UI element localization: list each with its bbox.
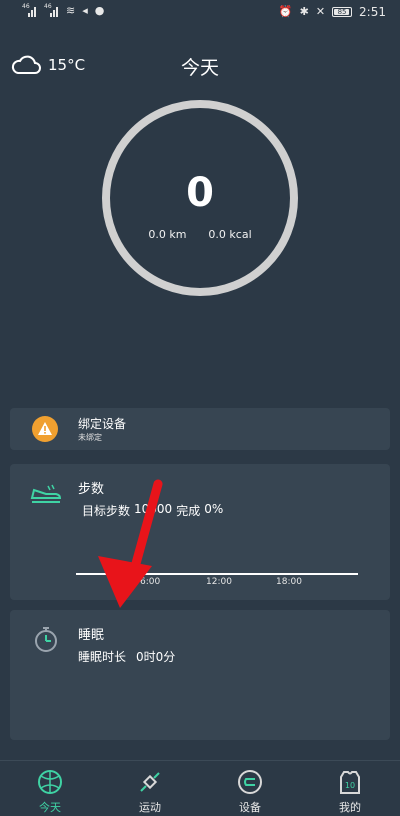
bind-status: 未绑定	[78, 433, 102, 442]
steps-title: 步数	[78, 482, 105, 497]
bluetooth-icon: ✱	[299, 5, 309, 18]
steps-goal-row: 目标步数 10000 完成 0%	[82, 502, 223, 519]
signal-icon: 46	[22, 2, 37, 17]
bind-device-card[interactable]: 绑定设备 未绑定	[10, 408, 390, 450]
location-icon: ◂	[82, 4, 88, 17]
jersey-number: 10	[345, 781, 355, 790]
battery-icon: 85	[332, 7, 353, 17]
sleep-duration-value: 0时0分	[136, 650, 176, 664]
watch-icon	[238, 770, 262, 794]
distance-value: 0.0 km	[148, 228, 187, 241]
nav-sport[interactable]: 运动	[100, 761, 200, 816]
battery-level: 85	[337, 8, 347, 16]
nav-mine[interactable]: 10 我的	[300, 761, 400, 816]
steps-chart-axis	[76, 573, 358, 575]
status-clock: 2:51	[359, 5, 386, 19]
nav-today[interactable]: 今天	[0, 761, 100, 816]
sleep-duration-row: 睡眠时长 0时0分	[78, 648, 175, 665]
nav-label-mine: 我的	[339, 801, 361, 814]
page-title: 今天	[180, 57, 219, 79]
signal-label: 46	[22, 2, 30, 10]
status-bar: 46 46 ≋ ◂ ● ⏰ ✱ ✕ 85 2:51	[0, 0, 400, 26]
chart-tick-label: 18:00	[276, 577, 302, 587]
sleep-card[interactable]: 睡眠 睡眠时长 0时0分	[10, 610, 390, 740]
signal-label: 46	[44, 2, 52, 10]
sleep-title: 睡眠	[78, 628, 105, 643]
signal-icon: 46	[44, 2, 59, 17]
steps-card[interactable]: 步数 目标步数 10000 完成 0% 6:00 12:00 18:00	[10, 464, 390, 600]
satellite-icon	[140, 772, 160, 792]
goal-value: 10000	[134, 502, 173, 516]
status-left: 46 46 ≋ ◂ ●	[22, 2, 105, 17]
chart-tick-label: 6:00	[140, 577, 161, 587]
bottom-nav: 今天 运动 设备 10 我的	[0, 760, 400, 816]
warning-icon	[32, 416, 58, 442]
chart-tick-label: 12:00	[206, 577, 232, 587]
alarm-icon: ⏰	[278, 5, 293, 18]
nav-label-sport: 运动	[139, 801, 161, 814]
nav-label-device: 设备	[239, 801, 261, 814]
activity-ring: 0 0.0 km 0.0 kcal	[100, 98, 300, 298]
shoe-icon	[30, 484, 62, 503]
nav-label-today: 今天	[39, 801, 61, 814]
ring-stats: 0.0 km 0.0 kcal	[100, 228, 300, 241]
sleep-duration-label: 睡眠时长	[78, 650, 127, 664]
nav-device[interactable]: 设备	[200, 761, 300, 816]
basketball-icon	[38, 770, 62, 794]
mute-icon: ✕	[315, 5, 326, 18]
goal-label: 目标步数	[82, 504, 131, 518]
wifi-icon: ≋	[66, 4, 76, 17]
bind-device-title: 绑定设备	[78, 417, 127, 431]
step-count: 0	[186, 170, 214, 216]
done-label: 完成	[176, 504, 201, 518]
stopwatch-icon	[35, 627, 57, 652]
calories-value: 0.0 kcal	[208, 228, 252, 241]
app-notification-icon: ●	[94, 4, 105, 17]
status-right: ⏰ ✱ ✕ 85 2:51	[279, 5, 386, 19]
app-screen: 46 46 ≋ ◂ ● ⏰ ✱ ✕ 85 2:51 15°C 今天 0 0.0 …	[0, 0, 400, 816]
jersey-icon: 10	[340, 771, 360, 794]
done-value: 0%	[204, 502, 224, 516]
